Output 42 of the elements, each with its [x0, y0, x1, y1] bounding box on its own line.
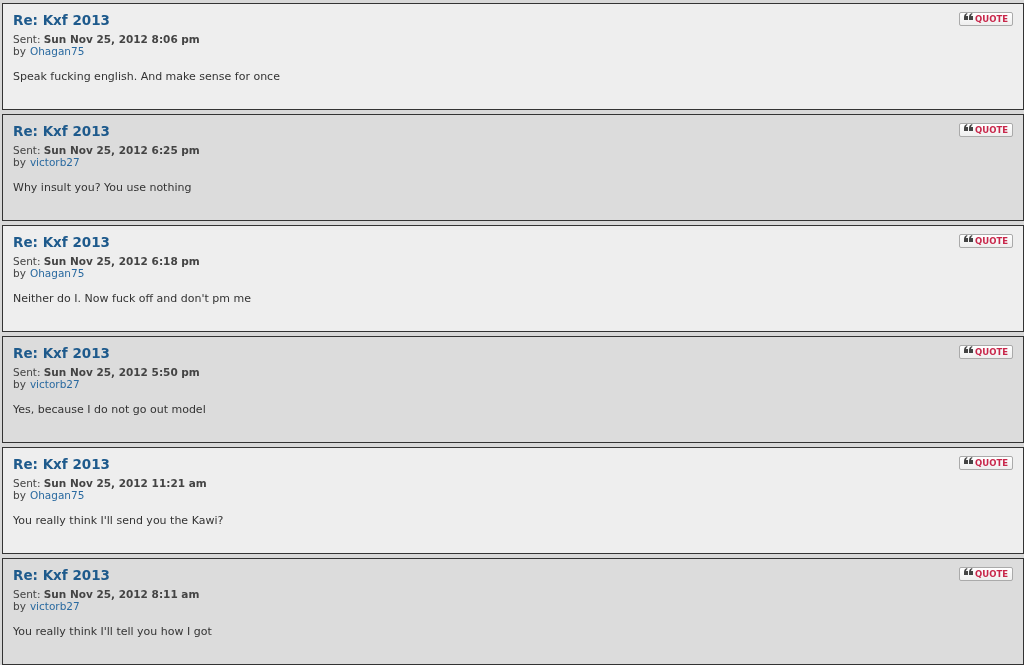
by-label: by — [13, 378, 26, 390]
by-label: by — [13, 45, 26, 57]
message-text: You really think I'll send you the Kawi? — [13, 514, 224, 527]
post-title: Re: Kxf 2013 — [13, 456, 110, 472]
author-link[interactable]: Ohagan75 — [29, 267, 85, 279]
quote-button[interactable]: QUOTE — [959, 567, 1013, 581]
by-label: by — [13, 489, 26, 501]
quote-mark-icon — [964, 12, 974, 20]
message-text: Neither do I. Now fuck off and don't pm me — [13, 292, 251, 305]
message-text: You really think I'll tell you how I got — [13, 625, 212, 638]
quote-mark-icon — [964, 123, 974, 131]
sent-date: Sent: Sun Nov 25, 2012 6:18 pm — [13, 255, 201, 267]
quote-mark-icon — [964, 456, 974, 464]
author-link[interactable]: Ohagan75 — [29, 489, 85, 501]
sent-date: Sent: Sun Nov 25, 2012 8:11 am — [13, 588, 201, 600]
by-label: by — [13, 267, 26, 279]
sent-date: Sent: Sun Nov 25, 2012 6:25 pm — [13, 144, 201, 156]
post-title: Re: Kxf 2013 — [13, 567, 110, 583]
message-text: Speak fucking english. And make sense for once — [13, 70, 280, 83]
post-title: Re: Kxf 2013 — [13, 12, 110, 28]
quote-mark-icon — [964, 234, 974, 242]
post-title: Re: Kxf 2013 — [13, 123, 110, 139]
quote-mark-icon — [964, 567, 974, 575]
sent-date: Sent: Sun Nov 25, 2012 11:21 am — [13, 477, 208, 489]
quote-button[interactable]: QUOTE — [959, 456, 1013, 470]
author-link[interactable]: victorb27 — [29, 378, 80, 390]
author-link[interactable]: victorb27 — [29, 600, 80, 612]
quote-mark-icon — [964, 345, 974, 353]
sent-date: Sent: Sun Nov 25, 2012 5:50 pm — [13, 366, 201, 378]
quote-button[interactable]: QUOTE — [959, 345, 1013, 359]
quote-button[interactable]: QUOTE — [959, 12, 1013, 26]
sent-date: Sent: Sun Nov 25, 2012 8:06 pm — [13, 33, 201, 45]
quote-button[interactable]: QUOTE — [959, 234, 1013, 248]
message-text: Why insult you? You use nothing — [13, 181, 192, 194]
post-title: Re: Kxf 2013 — [13, 234, 110, 250]
by-label: by — [13, 600, 26, 612]
message-text: Yes, because I do not go out model — [13, 403, 206, 416]
quote-button[interactable]: QUOTE — [959, 123, 1013, 137]
post-title: Re: Kxf 2013 — [13, 345, 110, 361]
by-label: by — [13, 156, 26, 168]
author-link[interactable]: Ohagan75 — [29, 45, 85, 57]
author-link[interactable]: victorb27 — [29, 156, 80, 168]
